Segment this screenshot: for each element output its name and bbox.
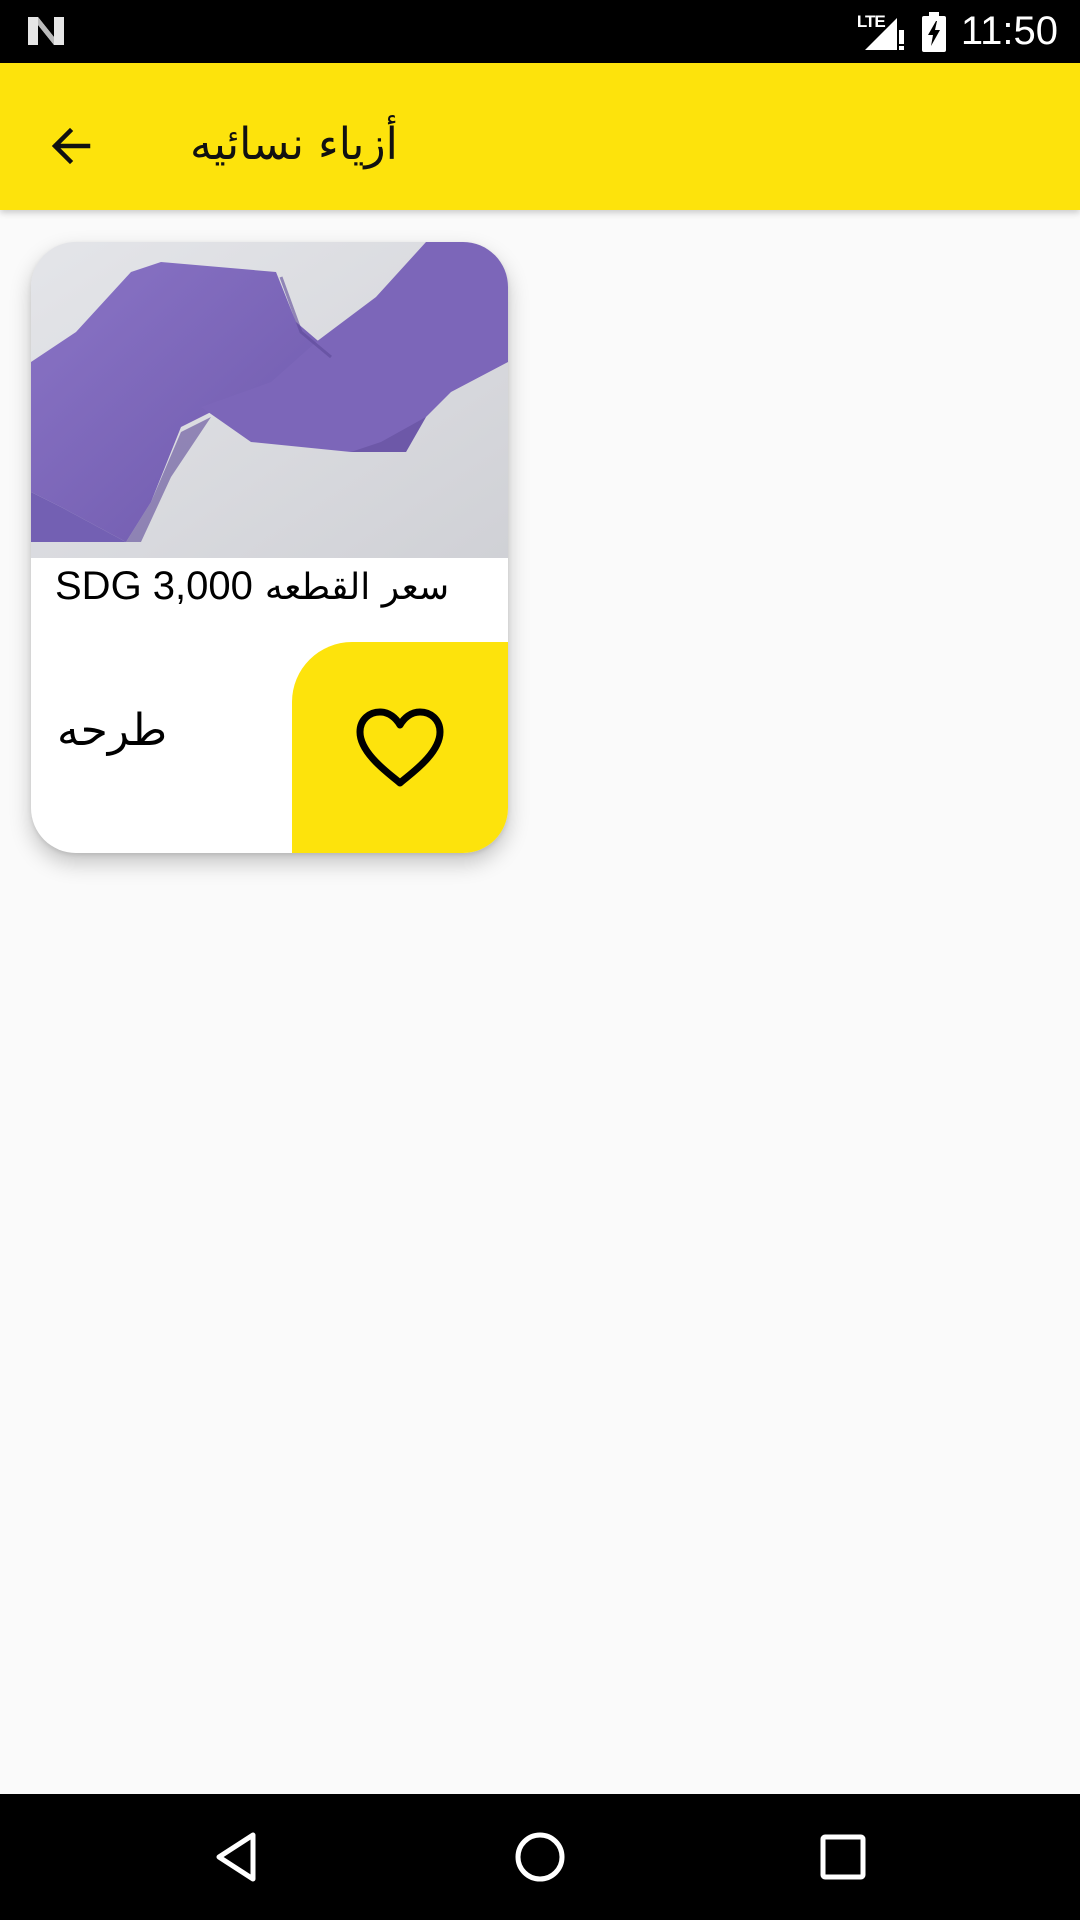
heart-outline-icon <box>356 708 444 786</box>
nav-back-button[interactable] <box>174 1794 300 1920</box>
nav-home-button[interactable] <box>477 1794 603 1920</box>
lte-signal-icon: LTE <box>857 12 907 52</box>
product-image[interactable] <box>31 242 508 558</box>
battery-charging-icon <box>921 11 946 52</box>
navigation-bar <box>0 1794 1080 1920</box>
purple-scarf-image <box>31 242 508 558</box>
clock: 11:50 <box>960 9 1058 53</box>
product-name: طرحه <box>57 705 168 756</box>
product-card[interactable]: SDG 3,000 سعر القطعه طرحه <box>31 242 508 853</box>
product-price: SDG 3,000 سعر القطعه <box>55 564 449 609</box>
page-title: أزياء نسائيه <box>190 119 398 170</box>
square-recents-icon <box>820 1834 866 1880</box>
triangle-back-icon <box>216 1832 256 1882</box>
price-value: SDG 3,000 <box>55 564 253 608</box>
favorite-button[interactable] <box>292 642 508 853</box>
arrow-back-icon <box>51 127 91 165</box>
price-label: سعر القطعه <box>264 567 450 608</box>
n-logo-icon <box>28 17 64 45</box>
back-button[interactable] <box>30 104 114 188</box>
app-bar: أزياء نسائيه <box>0 63 1080 210</box>
nav-recents-button[interactable] <box>780 1794 906 1920</box>
circle-home-icon <box>515 1832 565 1882</box>
status-bar: LTE 11:50 <box>0 0 1080 63</box>
